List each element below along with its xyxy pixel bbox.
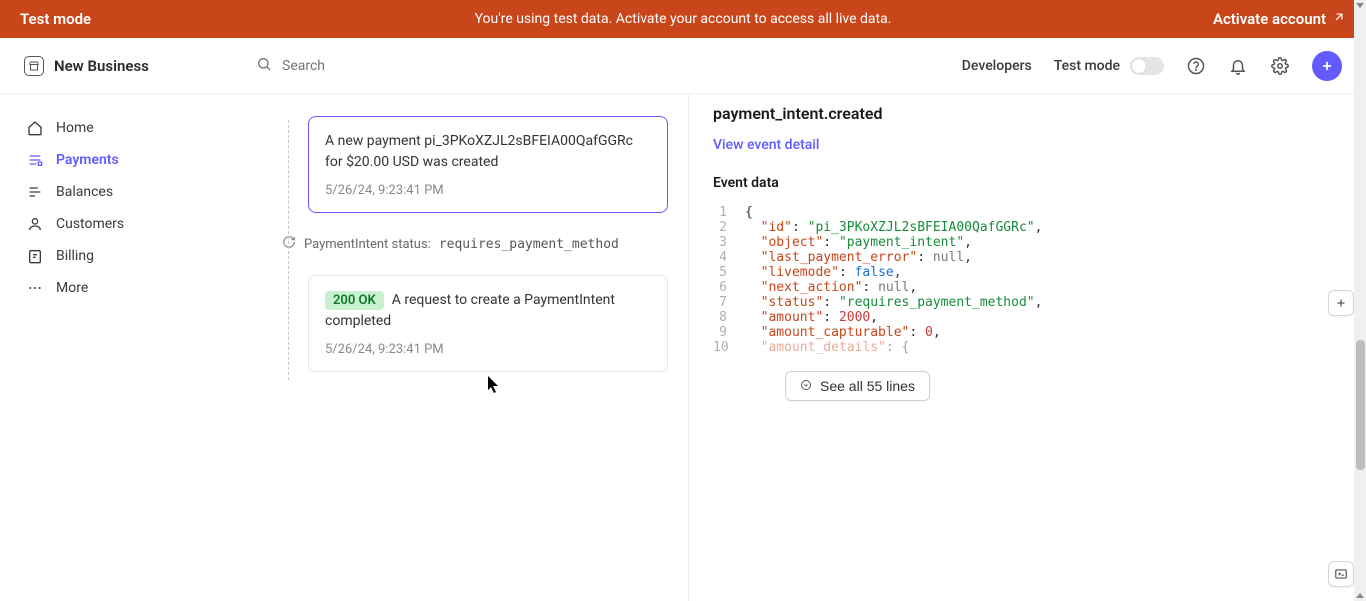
help-icon[interactable] (1186, 56, 1206, 76)
business-switcher[interactable]: New Business (24, 56, 256, 76)
payment-intent-status-row: PaymentIntent status: requires_payment_m… (282, 235, 668, 253)
event-timestamp: 5/26/24, 9:23:41 PM (325, 342, 651, 357)
sidebar-label: Billing (56, 248, 94, 264)
developers-link[interactable]: Developers (962, 58, 1032, 74)
view-event-detail-link[interactable]: View event detail (713, 137, 819, 153)
sidebar-item-more[interactable]: More (10, 272, 222, 304)
home-icon (26, 119, 44, 137)
refresh-icon (282, 235, 296, 253)
app-header: New Business Search Developers Test mode (0, 38, 1366, 94)
billing-icon (26, 247, 44, 265)
status-value: requires_payment_method (439, 237, 619, 252)
search-placeholder: Search (282, 58, 325, 74)
dock-add-button[interactable] (1328, 290, 1354, 316)
scrollbar-up-icon[interactable] (1356, 3, 1364, 11)
storefront-icon (24, 56, 44, 76)
expand-label: See all 55 lines (820, 378, 915, 394)
sidebar-item-home[interactable]: Home (10, 112, 222, 144)
see-all-lines-button[interactable]: See all 55 lines (785, 371, 930, 401)
event-timestamp: 5/26/24, 9:23:41 PM (325, 183, 651, 198)
scrollbar-down-icon[interactable] (1356, 590, 1364, 598)
balances-icon (26, 183, 44, 201)
banner-center-message: You're using test data. Activate your ac… (475, 11, 892, 27)
banner-left-label: Test mode (20, 10, 91, 28)
event-card-payment-created[interactable]: A new payment pi_3PKoXZJL2sBFEIA00QafGGR… (308, 116, 668, 213)
expand-icon (800, 378, 812, 394)
more-icon (26, 279, 44, 297)
sidebar-label: Home (56, 120, 94, 136)
event-data-code: 1{2 "id": "pi_3PKoXZJL2sBFEIA00QafGGRc",… (713, 205, 1354, 355)
customers-icon (26, 215, 44, 233)
http-status-badge: 200 OK (325, 291, 384, 310)
sidebar-label: Customers (56, 216, 124, 232)
business-name-label: New Business (54, 57, 149, 75)
arrow-up-right-icon (1332, 10, 1346, 28)
sidebar-label: More (56, 280, 88, 296)
testmode-toggle[interactable] (1130, 57, 1164, 75)
event-type-title: payment_intent.created (713, 104, 1354, 123)
sidebar-item-customers[interactable]: Customers (10, 208, 222, 240)
settings-icon[interactable] (1270, 56, 1290, 76)
search-icon (256, 56, 272, 76)
event-detail-panel: payment_intent.created View event detail… (688, 94, 1354, 601)
scrollbar[interactable] (1354, 0, 1366, 601)
payments-icon (26, 151, 44, 169)
notifications-icon[interactable] (1228, 56, 1248, 76)
create-button[interactable] (1312, 51, 1342, 81)
sidebar-item-payments[interactable]: Payments (10, 144, 222, 176)
event-description: A new payment pi_3PKoXZJL2sBFEIA00QafGGR… (325, 131, 651, 173)
testmode-toggle-label: Test mode (1054, 58, 1120, 74)
test-mode-banner: Test mode You're using test data. Activa… (0, 0, 1366, 38)
sidebar-label: Payments (56, 152, 119, 168)
timeline-column: A new payment pi_3PKoXZJL2sBFEIA00QafGGR… (232, 94, 688, 601)
activate-account-link[interactable]: Activate account (1213, 10, 1346, 28)
sidebar-item-billing[interactable]: Billing (10, 240, 222, 272)
dock-terminal-button[interactable] (1328, 561, 1354, 587)
search-input[interactable]: Search (256, 56, 962, 76)
timeline-line (288, 120, 289, 380)
sidebar-label: Balances (56, 184, 113, 200)
sidebar: Home Payments Balances Customers Billing… (0, 94, 232, 322)
activate-account-label: Activate account (1213, 10, 1326, 28)
sidebar-item-balances[interactable]: Balances (10, 176, 222, 208)
event-card-request-completed[interactable]: 200 OKA request to create a PaymentInten… (308, 275, 668, 372)
main-content: A new payment pi_3PKoXZJL2sBFEIA00QafGGR… (232, 94, 1354, 601)
event-data-heading: Event data (713, 175, 1354, 191)
status-label: PaymentIntent status: (304, 237, 431, 252)
event-description: 200 OKA request to create a PaymentInten… (325, 290, 651, 332)
